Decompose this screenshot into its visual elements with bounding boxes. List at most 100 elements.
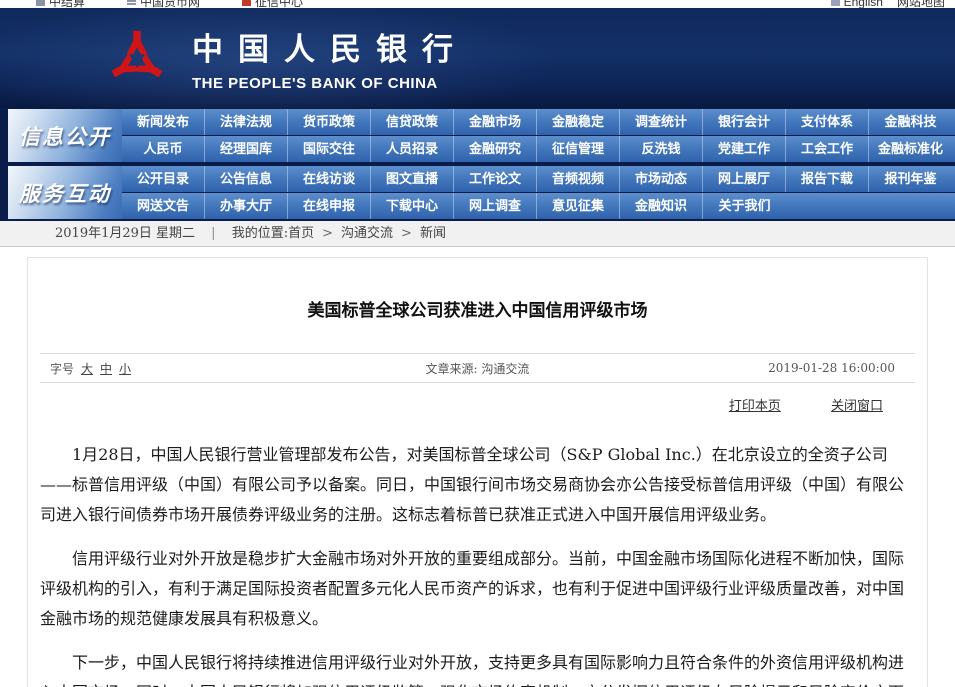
topbar-link-label: 中国货币网	[140, 0, 200, 8]
nav-rows: 新闻发布法律法规货币政策信贷政策金融市场金融稳定调查统计银行会计支付体系金融科技…	[122, 109, 955, 162]
article-paragraph: 下一步，中国人民银行将持续推进信用评级行业对外开放，支持更多具有国际影响力且符合…	[40, 648, 915, 687]
nav-item[interactable]: 新闻发布	[122, 109, 205, 135]
topbar-link-label: 中结算	[49, 0, 85, 8]
nav-item[interactable]: 工作论文	[454, 166, 537, 192]
nav-section-2: 服务互动公开目录公告信息在线访谈图文直播工作论文音频视频市场动态网上展厅报告下载…	[0, 166, 955, 219]
nav-section-label[interactable]: 服务互动	[8, 166, 122, 219]
nav-item[interactable]: 反洗钱	[620, 136, 703, 162]
nav-item[interactable]: 办事大厅	[205, 193, 288, 219]
nav-item[interactable]: 金融研究	[454, 136, 537, 162]
nav-item[interactable]: 报告下载	[786, 166, 869, 192]
nav-item[interactable]: 网送文告	[122, 193, 205, 219]
font-size-link[interactable]: 大	[81, 362, 93, 376]
nav-item[interactable]: 货币政策	[288, 109, 371, 135]
nav-item[interactable]: 下载中心	[371, 193, 454, 219]
article-source: 文章来源: 沟通交流	[320, 360, 635, 377]
nav-item[interactable]: 信贷政策	[371, 109, 454, 135]
nav-item[interactable]: 关于我们	[703, 193, 786, 219]
topbar-link[interactable]: 网站地图	[897, 0, 945, 8]
topbar-link-label: 征信中心	[255, 0, 303, 8]
article-paragraph: 信用评级行业对外开放是稳步扩大金融市场对外开放的重要组成部分。当前，中国金融市场…	[40, 544, 915, 634]
nav-item[interactable]: 图文直播	[371, 166, 454, 192]
font-size-link[interactable]: 小	[119, 362, 131, 376]
topbar-link[interactable]: 征信中心	[242, 0, 303, 8]
top-utility-bar: 中结算 中国货币网 征信中心 English 网站地图	[0, 0, 955, 8]
article-meta-bar: 字号大中小 文章来源: 沟通交流 2019-01-28 16:00:00	[40, 353, 915, 383]
nav-item[interactable]: 网上调查	[454, 193, 537, 219]
nav-item[interactable]: 国际交往	[288, 136, 371, 162]
site-subtitle: THE PEOPLE'S BANK OF CHINA	[192, 75, 468, 92]
nav-item[interactable]: 市场动态	[620, 166, 703, 192]
font-size-links: 大中小	[74, 362, 131, 376]
location-label: 我的位置:	[232, 226, 288, 241]
breadcrumb-pipe: |	[211, 226, 215, 241]
main-nav: 信息公开新闻发布法律法规货币政策信贷政策金融市场金融稳定调查统计银行会计支付体系…	[0, 108, 955, 221]
nav-item[interactable]: 金融稳定	[537, 109, 620, 135]
nav-item[interactable]: 经理国库	[205, 136, 288, 162]
article-content: 1月28日，中国人民银行营业管理部发布公告，对美国标普全球公司（S&P Glob…	[40, 440, 915, 687]
font-size-label: 字号	[50, 362, 74, 376]
page-body: 美国标普全球公司获准进入中国信用评级市场 字号大中小 文章来源: 沟通交流 20…	[0, 257, 955, 687]
breadcrumb-separator: >	[322, 226, 333, 241]
nav-item[interactable]: 金融知识	[620, 193, 703, 219]
breadcrumb-item[interactable]: 沟通交流	[341, 226, 393, 241]
mail-icon	[831, 0, 840, 6]
nav-item[interactable]: 银行会计	[703, 109, 786, 135]
nav-item[interactable]: 金融市场	[454, 109, 537, 135]
nav-item[interactable]: 调查统计	[620, 109, 703, 135]
nav-item[interactable]: 在线申报	[288, 193, 371, 219]
nav-section-label[interactable]: 信息公开	[8, 109, 122, 162]
article-paragraph: 1月28日，中国人民银行营业管理部发布公告，对美国标普全球公司（S&P Glob…	[40, 440, 915, 530]
site-header: 中国人民银行 THE PEOPLE'S BANK OF CHINA	[0, 8, 955, 108]
nav-item[interactable]: 公告信息	[205, 166, 288, 192]
article-panel: 美国标普全球公司获准进入中国信用评级市场 字号大中小 文章来源: 沟通交流 20…	[27, 257, 928, 687]
pbc-emblem-icon	[106, 22, 168, 94]
nav-item[interactable]: 人民币	[122, 136, 205, 162]
breadcrumb: 2019年1月29日 星期二 | 我的位置:首页 > 沟通交流 > 新闻	[0, 221, 955, 247]
nav-item[interactable]: 支付体系	[786, 109, 869, 135]
site-title: 中国人民银行	[192, 24, 468, 69]
pbc-logo[interactable]: 中国人民银行 THE PEOPLE'S BANK OF CHINA	[106, 22, 468, 94]
breadcrumb-item: 新闻	[420, 226, 446, 241]
nav-item[interactable]: 网上展厅	[703, 166, 786, 192]
source-label: 文章来源:	[426, 362, 478, 376]
nav-item[interactable]: 工会工作	[786, 136, 869, 162]
nav-item[interactable]: 金融科技	[869, 109, 952, 135]
nav-item[interactable]: 意见征集	[537, 193, 620, 219]
nav-item[interactable]: 金融标准化	[869, 136, 952, 162]
nav-row: 公开目录公告信息在线访谈图文直播工作论文音频视频市场动态网上展厅报告下载报刊年鉴	[122, 166, 955, 192]
nav-section-1: 信息公开新闻发布法律法规货币政策信贷政策金融市场金融稳定调查统计银行会计支付体系…	[0, 109, 955, 162]
font-size-link[interactable]: 中	[100, 362, 112, 376]
close-window-link[interactable]: 关闭窗口	[831, 399, 883, 414]
breadcrumb-item[interactable]: 首页	[288, 226, 314, 241]
nav-item[interactable]: 公开目录	[122, 166, 205, 192]
nav-item[interactable]: 音频视频	[537, 166, 620, 192]
topbar-link[interactable]: 中国货币网	[127, 0, 200, 8]
nav-item[interactable]: 报刊年鉴	[869, 166, 952, 192]
nav-item[interactable]: 法律法规	[205, 109, 288, 135]
nav-row: 新闻发布法律法规货币政策信贷政策金融市场金融稳定调查统计银行会计支付体系金融科技	[122, 109, 955, 135]
nav-rows: 公开目录公告信息在线访谈图文直播工作论文音频视频市场动态网上展厅报告下载报刊年鉴…	[122, 166, 955, 219]
nav-item[interactable]: 征信管理	[537, 136, 620, 162]
current-date: 2019年1月29日 星期二	[55, 226, 195, 241]
nav-item[interactable]: 人员招录	[371, 136, 454, 162]
topbar-link-label: 网站地图	[897, 0, 945, 8]
nav-item[interactable]: 党建工作	[703, 136, 786, 162]
font-size-controls: 字号大中小	[40, 360, 320, 377]
menu-icon	[127, 0, 136, 6]
topbar-right: English 网站地图	[831, 0, 945, 8]
topbar-left: 中结算 中国货币网 征信中心	[36, 0, 303, 8]
print-page-link[interactable]: 打印本页	[729, 399, 781, 414]
breadcrumb-separator: >	[401, 226, 412, 241]
breadcrumb-path: 首页 > 沟通交流 > 新闻	[288, 226, 446, 241]
nav-row: 网送文告办事大厅在线申报下载中心网上调查意见征集金融知识关于我们	[122, 193, 955, 219]
article-actions: 打印本页 关闭窗口	[40, 383, 915, 414]
article-title: 美国标普全球公司获准进入中国信用评级市场	[40, 296, 915, 321]
topbar-link[interactable]: English	[831, 0, 883, 8]
nav-item[interactable]: 在线访谈	[288, 166, 371, 192]
nav-row: 人民币经理国库国际交往人员招录金融研究征信管理反洗钱党建工作工会工作金融标准化	[122, 136, 955, 162]
document-icon	[36, 0, 45, 6]
article-datetime: 2019-01-28 16:00:00	[635, 361, 915, 375]
flag-icon	[242, 0, 251, 6]
topbar-link[interactable]: 中结算	[36, 0, 85, 8]
